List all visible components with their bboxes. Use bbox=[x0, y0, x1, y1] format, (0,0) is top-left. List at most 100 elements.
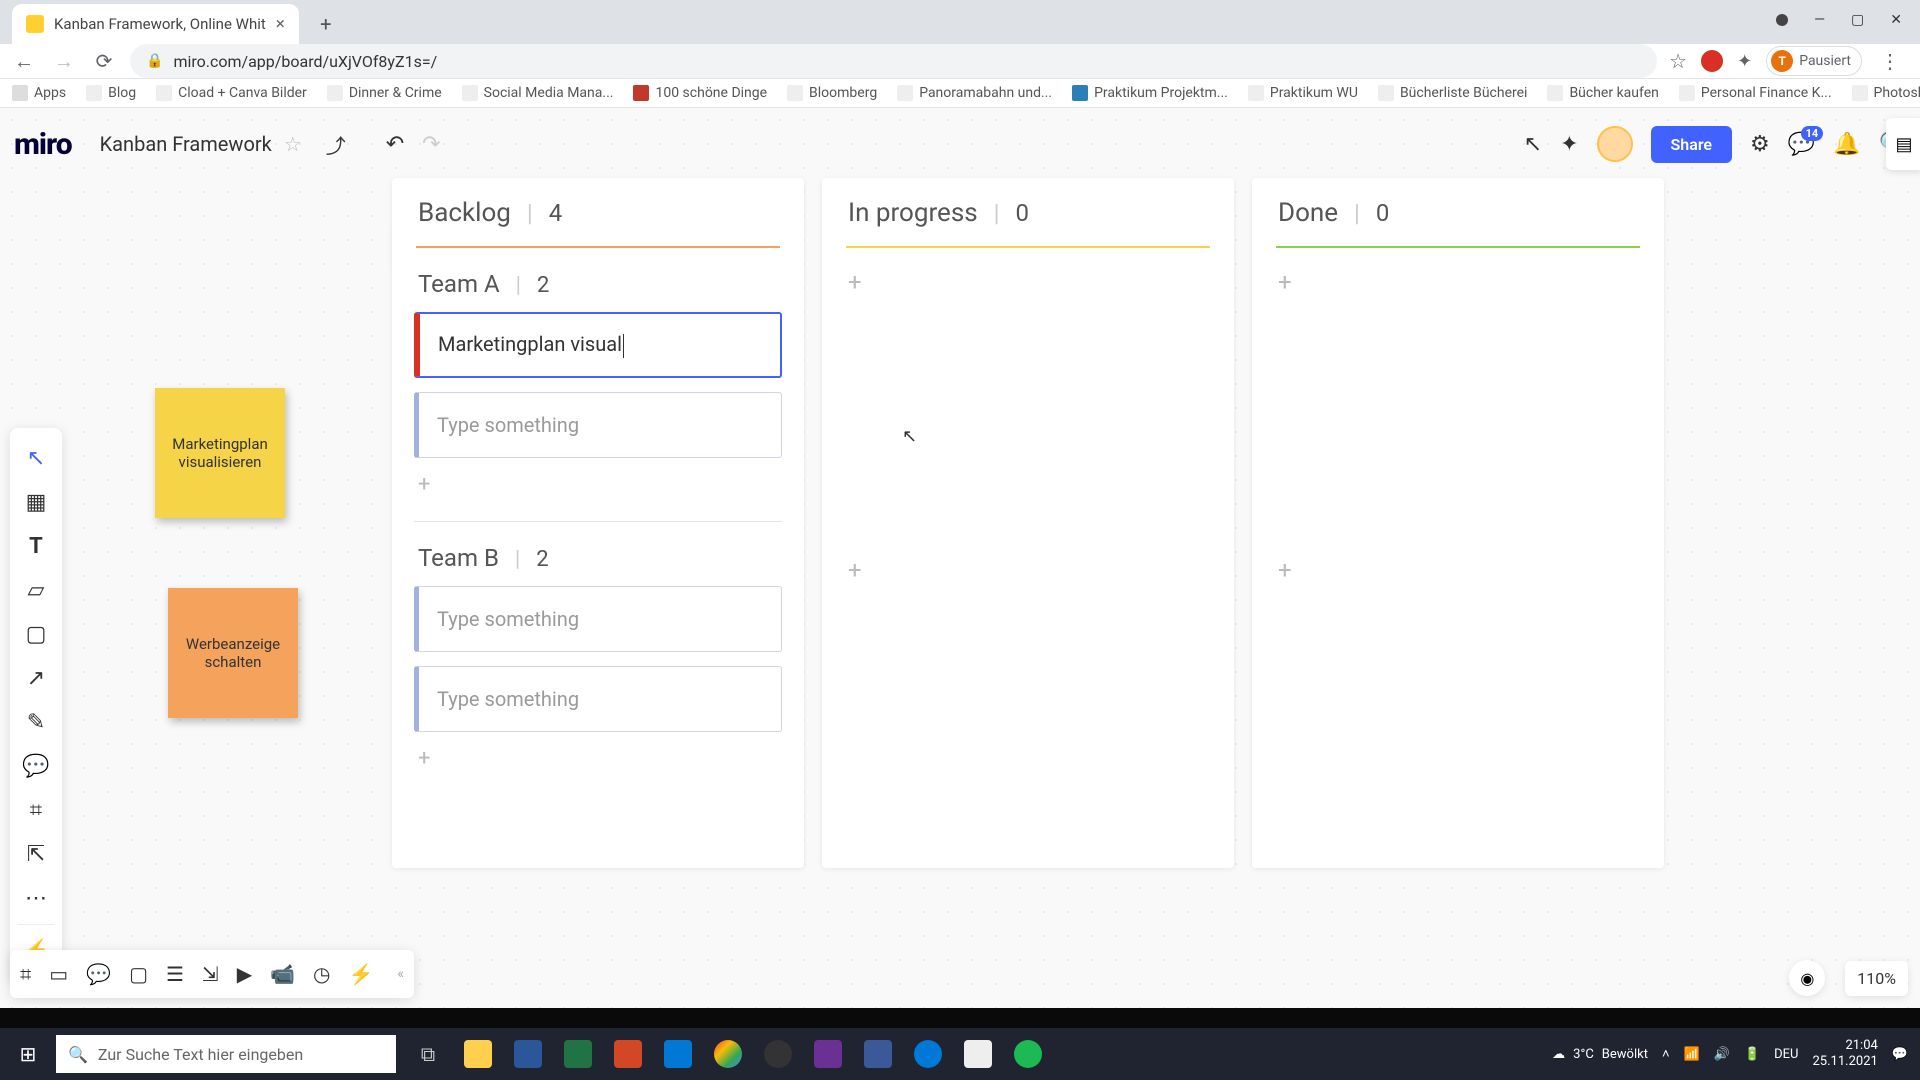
map-toggle-icon[interactable]: ◉ bbox=[1789, 960, 1825, 996]
bookmark-item[interactable]: 100 schöne Dinge bbox=[633, 85, 767, 101]
bookmark-item[interactable]: Blog bbox=[86, 85, 136, 101]
chat-icon[interactable]: 💬 bbox=[86, 962, 111, 986]
favorite-star-icon[interactable]: ☆ bbox=[284, 132, 302, 156]
chrome-menu-icon[interactable] bbox=[1776, 14, 1788, 26]
explorer-icon[interactable] bbox=[454, 1030, 502, 1078]
browser-tab[interactable]: Kanban Framework, Online Whit × bbox=[12, 4, 299, 44]
frame-tool-icon[interactable]: ⌗ bbox=[10, 788, 62, 832]
mail-icon[interactable] bbox=[654, 1030, 702, 1078]
side-panel-toggle[interactable]: ▤ bbox=[1886, 118, 1920, 170]
bookmark-item[interactable]: Photoshop lernen bbox=[1852, 85, 1920, 101]
kanban-card-active[interactable]: Marketingplan visual bbox=[414, 312, 782, 378]
timer-icon[interactable]: ◷ bbox=[313, 962, 330, 986]
shape-tool-icon[interactable]: ▢ bbox=[10, 612, 62, 656]
frame-icon[interactable]: ⌗ bbox=[20, 962, 31, 986]
card-icon[interactable]: ▢ bbox=[129, 962, 148, 986]
reactions-icon[interactable]: ✦ bbox=[1560, 132, 1578, 157]
bookmark-item[interactable]: Social Media Mana... bbox=[462, 85, 614, 101]
bell-icon[interactable]: 🔔 bbox=[1833, 132, 1860, 157]
add-card-button[interactable]: + bbox=[418, 746, 778, 771]
word-icon[interactable] bbox=[504, 1030, 552, 1078]
add-card-button[interactable]: + bbox=[822, 248, 1234, 316]
notepad-icon[interactable] bbox=[954, 1030, 1002, 1078]
minimize-icon[interactable]: — bbox=[1814, 12, 1825, 28]
maximize-icon[interactable]: ▢ bbox=[1851, 12, 1864, 28]
excel-icon[interactable] bbox=[554, 1030, 602, 1078]
profile-badge[interactable]: T Pausiert bbox=[1766, 46, 1862, 76]
edge-icon[interactable] bbox=[904, 1030, 952, 1078]
column-title[interactable]: In progress bbox=[848, 198, 978, 228]
bookmark-item[interactable]: Cload + Canva Bilder bbox=[156, 85, 307, 101]
sticky-note-yellow[interactable]: Marketingplan visualisieren bbox=[155, 388, 285, 518]
board-title[interactable]: Kanban Framework bbox=[100, 132, 272, 156]
bookmark-item[interactable]: Praktikum WU bbox=[1248, 85, 1358, 101]
presentation-icon[interactable]: ▭ bbox=[49, 962, 68, 986]
more-tools-icon[interactable]: ⋯ bbox=[10, 876, 62, 920]
volume-icon[interactable]: 🔊 bbox=[1714, 1047, 1730, 1062]
add-card-button[interactable]: + bbox=[418, 472, 778, 497]
comment-tool-icon[interactable]: 💬 bbox=[10, 744, 62, 788]
app-icon[interactable] bbox=[854, 1030, 902, 1078]
share-button[interactable]: Share bbox=[1651, 126, 1733, 163]
battery-icon[interactable]: 🔋 bbox=[1744, 1047, 1760, 1062]
start-button[interactable]: ⊞ bbox=[0, 1028, 56, 1080]
column-title[interactable]: Backlog bbox=[418, 198, 511, 228]
cursor-mode-icon[interactable]: ↖ bbox=[1524, 132, 1542, 157]
user-avatar[interactable] bbox=[1597, 126, 1633, 162]
taskbar-search[interactable]: 🔍 Zur Suche Text hier eingeben bbox=[56, 1035, 396, 1073]
sticky-tool-icon[interactable]: ▱ bbox=[10, 568, 62, 612]
group-title[interactable]: Team B bbox=[418, 544, 499, 572]
template-tool-icon[interactable]: ▦ bbox=[10, 480, 62, 524]
column-title[interactable]: Done bbox=[1278, 198, 1338, 228]
close-tab-icon[interactable]: × bbox=[276, 14, 285, 34]
bookmark-item[interactable]: Bloomberg bbox=[787, 85, 877, 101]
bookmark-item[interactable]: Dinner & Crime bbox=[327, 85, 442, 101]
bookmark-item[interactable]: Praktikum Projektm... bbox=[1072, 85, 1228, 101]
bookmark-apps[interactable]: Apps bbox=[12, 85, 66, 101]
voting-icon[interactable]: ⚡ bbox=[348, 962, 373, 986]
kanban-card[interactable]: Type something bbox=[414, 666, 782, 732]
task-view-icon[interactable]: ⧉ bbox=[404, 1030, 452, 1078]
add-card-button[interactable]: + bbox=[1252, 248, 1664, 316]
chrome-menu-button[interactable]: ⋮ bbox=[1876, 47, 1904, 75]
bookmark-item[interactable]: Personal Finance K... bbox=[1679, 85, 1832, 101]
tray-chevron-icon[interactable]: ˄ bbox=[1662, 1046, 1670, 1062]
group-title[interactable]: Team A bbox=[418, 270, 500, 298]
pen-tool-icon[interactable]: ✎ bbox=[10, 700, 62, 744]
extension-adblock-icon[interactable] bbox=[1701, 50, 1723, 72]
app-icon[interactable] bbox=[804, 1030, 852, 1078]
notifications-button[interactable]: 💬 14 bbox=[1788, 132, 1815, 157]
undo-icon[interactable]: ↶ bbox=[386, 132, 404, 157]
clock[interactable]: 21:04 25.11.2021 bbox=[1813, 1038, 1878, 1069]
bookmark-star-icon[interactable]: ☆ bbox=[1669, 49, 1687, 73]
wifi-icon[interactable]: 📶 bbox=[1684, 1047, 1700, 1062]
settings-icon[interactable]: ⚙ bbox=[1750, 132, 1770, 157]
kanban-card[interactable]: Type something bbox=[414, 586, 782, 652]
bookmark-item[interactable]: Panoramabahn und... bbox=[897, 85, 1052, 101]
connect-tool-icon[interactable]: ↗ bbox=[10, 656, 62, 700]
bookmark-item[interactable]: Bücher kaufen bbox=[1547, 85, 1658, 101]
extensions-icon[interactable]: ✦ bbox=[1737, 51, 1752, 72]
reload-button[interactable]: ⟳ bbox=[90, 47, 118, 75]
list-icon[interactable]: ☰ bbox=[166, 962, 184, 986]
miro-canvas[interactable]: miro Kanban Framework ☆ ⤴ ↶ ↷ ↖ ✦ Share … bbox=[0, 108, 1920, 1008]
upload-tool-icon[interactable]: ⇱ bbox=[10, 832, 62, 876]
zoom-level[interactable]: 110% bbox=[1845, 961, 1908, 996]
add-card-button[interactable]: + bbox=[1252, 536, 1664, 604]
language-indicator[interactable]: DEU bbox=[1774, 1047, 1798, 1062]
close-window-icon[interactable]: ✕ bbox=[1890, 12, 1902, 28]
obs-icon[interactable] bbox=[754, 1030, 802, 1078]
weather-widget[interactable]: ☁ 3°C Bewölkt bbox=[1552, 1047, 1648, 1062]
miro-logo[interactable]: miro bbox=[14, 127, 72, 162]
text-tool-icon[interactable]: T bbox=[10, 524, 62, 568]
back-button[interactable]: ← bbox=[10, 47, 38, 75]
video-icon[interactable]: 📹 bbox=[270, 962, 295, 986]
kanban-card[interactable]: Type something bbox=[414, 392, 782, 458]
export-icon[interactable]: ⤴ bbox=[326, 130, 346, 159]
chrome-icon[interactable] bbox=[704, 1030, 752, 1078]
add-card-button[interactable]: + bbox=[822, 536, 1234, 604]
new-tab-button[interactable]: + bbox=[309, 7, 343, 41]
bookmark-item[interactable]: Bücherliste Bücherei bbox=[1378, 85, 1528, 101]
card-text[interactable]: Marketingplan visual bbox=[438, 332, 624, 358]
select-tool-icon[interactable]: ↖ bbox=[10, 436, 62, 480]
